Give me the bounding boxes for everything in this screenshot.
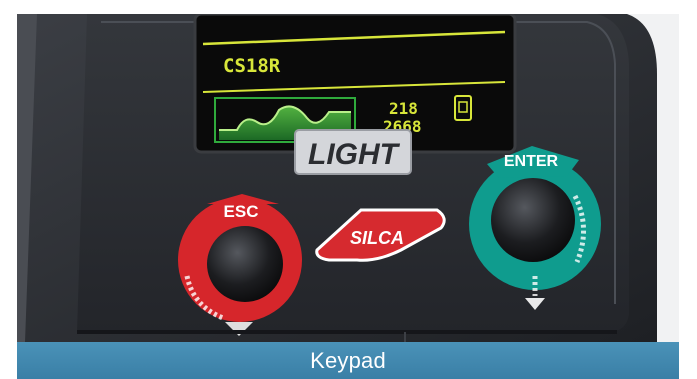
light-badge-text: LIGHT [308, 138, 401, 171]
esc-label: ESC [224, 202, 259, 221]
light-badge: LIGHT [294, 129, 412, 175]
caption-label: Keypad [310, 347, 386, 373]
enter-knob[interactable] [491, 178, 575, 262]
silca-logo-text: SILCA [350, 228, 404, 248]
display-model-text: CS18R [223, 55, 281, 77]
image-frame: CS18R 218 2668 LIGHT SILCA ESC ENTER Key… [0, 0, 697, 379]
enter-label: ENTER [504, 153, 559, 170]
caption-bar: Keypad [17, 342, 679, 379]
esc-knob[interactable] [207, 226, 283, 302]
keypad-photo: CS18R 218 2668 LIGHT SILCA ESC ENTER [17, 14, 679, 342]
display-count-top: 218 [389, 99, 418, 118]
device-illustration: CS18R 218 2668 LIGHT SILCA ESC ENTER [17, 14, 679, 342]
